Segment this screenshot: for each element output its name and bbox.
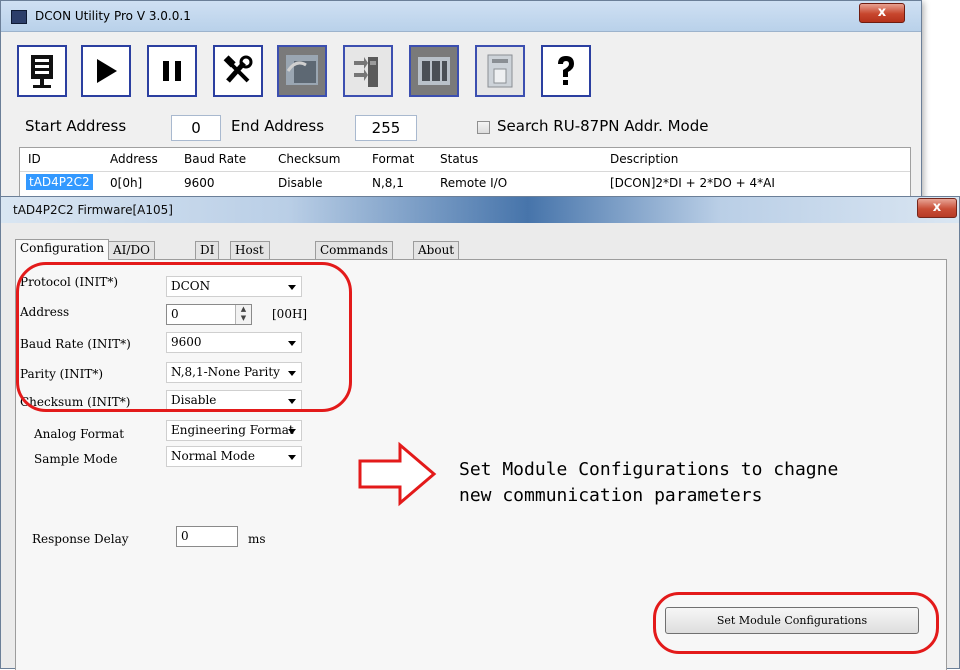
response-delay-unit: ms <box>248 532 266 546</box>
device-rack-icon <box>418 57 450 85</box>
response-delay-value: 0 <box>181 529 189 543</box>
analog-format-value: Engineering Format <box>171 423 294 437</box>
tab-ai-do-alarm[interactable]: AI/DO Alarm <box>108 241 155 274</box>
tab-commands-log[interactable]: Commands Log <box>315 241 393 274</box>
table-cell: N,8,1 <box>372 176 404 190</box>
pause-button[interactable] <box>147 45 197 97</box>
io-module-button[interactable] <box>343 45 393 97</box>
help-button[interactable] <box>541 45 591 97</box>
module-config-button[interactable] <box>277 45 327 97</box>
sample-mode-value: Normal Mode <box>171 449 255 463</box>
tab-about[interactable]: About <box>413 241 460 259</box>
window-title: tAD4P2C2 Firmware[A105] <box>13 203 173 217</box>
tools-icon <box>223 55 253 83</box>
firmware-button[interactable] <box>475 45 525 97</box>
firmware-window: tAD4P2C2 Firmware[A105] x Configuration … <box>0 196 960 670</box>
search-module-button[interactable] <box>17 45 67 97</box>
tab-host-wdt[interactable]: Host WDT <box>230 241 270 274</box>
io-module-icon <box>354 57 378 87</box>
highlight-ellipse <box>16 262 352 412</box>
pause-icon <box>163 61 181 81</box>
close-button[interactable]: x <box>859 3 905 23</box>
module-list-table: ID Address Baud Rate Checksum Format Sta… <box>19 147 911 201</box>
arrow-right-icon <box>358 441 437 507</box>
device-rack-button[interactable] <box>409 45 459 97</box>
analog-format-label: Analog Format <box>34 427 125 441</box>
table-cell: Remote I/O <box>440 176 508 190</box>
column-header[interactable]: Status <box>440 152 478 166</box>
table-cell: Disable <box>278 176 323 190</box>
title-bar: DCON Utility Pro V 3.0.0.1 x <box>1 1 921 32</box>
app-icon <box>11 10 27 24</box>
column-header[interactable]: Baud Rate <box>184 152 246 166</box>
dcon-utility-window: DCON Utility Pro V 3.0.0.1 x Start Addre… <box>0 0 922 201</box>
table-cell: 0[0h] <box>110 176 143 190</box>
table-cell: [DCON]2*DI + 2*DO + 4*AI <box>610 176 775 190</box>
annotation-line-1: Set Module Configurations to chagne <box>459 459 839 480</box>
response-delay-input[interactable]: 0 <box>176 526 238 547</box>
column-header[interactable]: Address <box>110 152 158 166</box>
column-header[interactable]: Checksum <box>278 152 340 166</box>
title-bar: tAD4P2C2 Firmware[A105] x <box>1 197 959 223</box>
window-title: DCON Utility Pro V 3.0.0.1 <box>35 9 191 23</box>
column-header[interactable]: Description <box>610 152 678 166</box>
search-mode-label: Search RU-87PN Addr. Mode <box>497 117 709 135</box>
start-address-label: Start Address <box>25 117 127 135</box>
response-delay-label: Response Delay <box>32 532 129 546</box>
help-icon <box>558 56 574 85</box>
search-module-icon <box>31 55 53 88</box>
chevron-down-icon <box>288 455 296 460</box>
module-config-icon <box>286 55 318 85</box>
table-header: ID Address Baud Rate Checksum Format Sta… <box>20 148 910 172</box>
annotation-line-2: new communication parameters <box>459 485 763 506</box>
close-button[interactable]: x <box>917 198 957 218</box>
firmware-icon <box>487 54 513 88</box>
tab-di[interactable]: DI <box>195 241 220 259</box>
tools-button[interactable] <box>213 45 263 97</box>
address-range-bar: Start Address 0 End Address 255 Search R… <box>1 115 921 143</box>
tab-configuration[interactable]: Configuration <box>15 239 110 260</box>
search-mode-checkbox[interactable] <box>477 121 490 134</box>
column-header[interactable]: Format <box>372 152 414 166</box>
highlight-ellipse <box>653 592 939 654</box>
play-icon <box>97 59 117 83</box>
sample-mode-select[interactable]: Normal Mode <box>166 446 302 467</box>
play-button[interactable] <box>81 45 131 97</box>
start-address-input[interactable]: 0 <box>171 115 221 141</box>
analog-format-select[interactable]: Engineering Format <box>166 420 302 441</box>
table-cell: 9600 <box>184 176 215 190</box>
column-header[interactable]: ID <box>28 152 41 166</box>
chevron-down-icon <box>288 429 296 434</box>
sample-mode-label: Sample Mode <box>34 452 118 466</box>
end-address-label: End Address <box>231 117 325 135</box>
end-address-input[interactable]: 255 <box>355 115 417 141</box>
table-cell: tAD4P2C2 <box>26 174 93 190</box>
